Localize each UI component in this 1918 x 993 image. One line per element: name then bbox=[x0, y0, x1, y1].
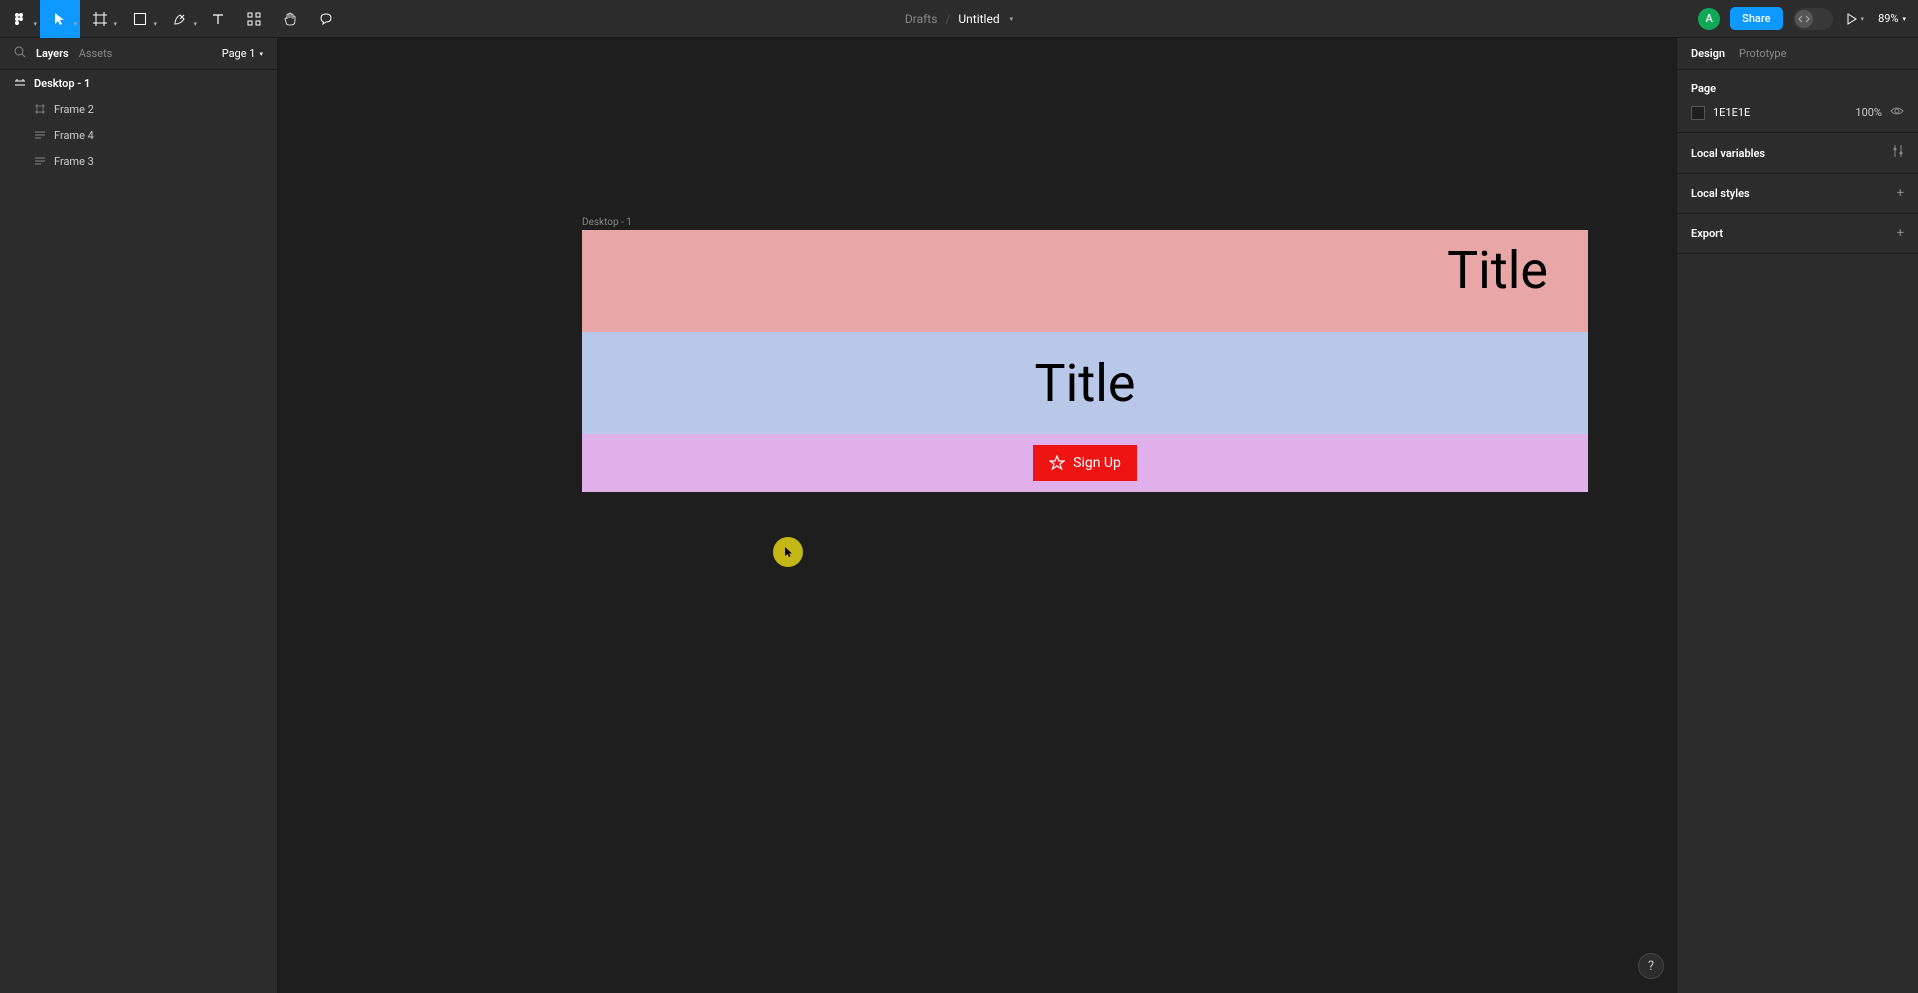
shape-tool-button[interactable]: ▾ bbox=[120, 0, 160, 38]
text-icon bbox=[212, 13, 224, 25]
chevron-down-icon: ▾ bbox=[259, 50, 263, 58]
canvas-area[interactable]: Desktop - 1 Title Title Sign Up bbox=[278, 38, 1676, 993]
pen-icon bbox=[173, 12, 187, 26]
left-panel-header: Layers Assets Page 1 ▾ bbox=[0, 38, 277, 70]
text-frame-icon bbox=[34, 131, 46, 139]
canvas-frame-label[interactable]: Desktop - 1 bbox=[582, 217, 632, 228]
frame-row-3[interactable]: Sign Up bbox=[582, 434, 1588, 492]
chevron-down-icon: ▾ bbox=[153, 20, 157, 28]
code-icon bbox=[1798, 14, 1810, 24]
breadcrumb-separator: / bbox=[945, 12, 950, 26]
toolbar-right-group: A Share ▾ 89% ▾ bbox=[1698, 7, 1918, 30]
layer-row[interactable]: Frame 4 bbox=[0, 122, 277, 148]
title-text-1[interactable]: Title bbox=[1447, 240, 1548, 301]
layer-name: Frame 2 bbox=[54, 103, 94, 116]
comment-icon bbox=[319, 12, 333, 26]
page-section-title: Page bbox=[1691, 82, 1904, 95]
local-variables-section: Local variables bbox=[1677, 133, 1918, 174]
layer-name: Frame 3 bbox=[54, 155, 94, 168]
rectangle-icon bbox=[134, 13, 146, 25]
export-title: Export bbox=[1691, 227, 1723, 240]
frame-row-2[interactable]: Title bbox=[582, 332, 1588, 434]
share-button[interactable]: Share bbox=[1730, 7, 1782, 30]
text-frame-icon bbox=[34, 157, 46, 165]
local-variables-title: Local variables bbox=[1691, 147, 1765, 160]
color-opacity[interactable]: 100% bbox=[1855, 106, 1882, 119]
page-selector-label: Page 1 bbox=[222, 47, 256, 60]
design-frame[interactable]: Title Title Sign Up bbox=[582, 230, 1588, 492]
text-tool-button[interactable] bbox=[200, 0, 236, 38]
dev-mode-knob bbox=[1795, 10, 1813, 28]
signup-button[interactable]: Sign Up bbox=[1033, 445, 1137, 481]
right-panel: Design Prototype Page 1E1E1E 100% Local … bbox=[1676, 38, 1918, 993]
local-styles-section: Local styles + bbox=[1677, 174, 1918, 214]
title-text-2[interactable]: Title bbox=[1035, 353, 1136, 414]
right-panel-tabs: Design Prototype bbox=[1677, 38, 1918, 70]
chevron-down-icon: ▾ bbox=[193, 20, 197, 28]
frame-icon bbox=[93, 12, 107, 26]
page-color-row: 1E1E1E 100% bbox=[1691, 105, 1904, 120]
help-button[interactable]: ? bbox=[1638, 953, 1664, 979]
tab-design[interactable]: Design bbox=[1691, 47, 1725, 60]
layer-row-root[interactable]: Desktop - 1 bbox=[0, 70, 277, 96]
tab-assets[interactable]: Assets bbox=[79, 47, 113, 60]
move-tool-button[interactable]: ▾ bbox=[40, 0, 80, 38]
local-styles-title: Local styles bbox=[1691, 187, 1750, 200]
user-avatar[interactable]: A bbox=[1698, 8, 1720, 30]
chevron-down-icon[interactable]: ▾ bbox=[1010, 15, 1014, 23]
chevron-down-icon: ▾ bbox=[73, 20, 77, 28]
play-icon bbox=[1847, 13, 1857, 25]
resources-icon bbox=[247, 12, 261, 26]
layer-row[interactable]: Frame 2 bbox=[0, 96, 277, 122]
breadcrumb-drafts[interactable]: Drafts bbox=[905, 12, 938, 26]
pen-tool-button[interactable]: ▾ bbox=[160, 0, 200, 38]
hand-icon bbox=[283, 12, 297, 26]
export-section: Export + bbox=[1677, 214, 1918, 254]
chevron-down-icon: ▾ bbox=[33, 20, 37, 28]
frame-row-1[interactable]: Title bbox=[582, 230, 1588, 332]
tab-layers[interactable]: Layers bbox=[36, 47, 69, 60]
visibility-icon[interactable] bbox=[1890, 105, 1904, 120]
frame-tool-button[interactable]: ▾ bbox=[80, 0, 120, 38]
plus-icon[interactable]: + bbox=[1897, 186, 1904, 201]
signup-label: Sign Up bbox=[1073, 455, 1121, 471]
layer-row[interactable]: Frame 3 bbox=[0, 148, 277, 174]
main-menu-button[interactable]: ▾ bbox=[0, 0, 40, 38]
hand-tool-button[interactable] bbox=[272, 0, 308, 38]
tab-prototype[interactable]: Prototype bbox=[1739, 47, 1786, 60]
layer-name: Desktop - 1 bbox=[34, 77, 90, 90]
figma-logo-icon bbox=[13, 12, 27, 26]
color-swatch[interactable] bbox=[1691, 106, 1705, 120]
page-selector[interactable]: Page 1 ▾ bbox=[222, 47, 263, 60]
zoom-control[interactable]: 89% ▾ bbox=[1878, 12, 1906, 25]
cursor-icon bbox=[54, 12, 66, 26]
present-button[interactable]: ▾ bbox=[1843, 13, 1869, 25]
toolbar-left-group: ▾ ▾ ▾ ▾ ▾ bbox=[0, 0, 344, 37]
plus-icon[interactable]: + bbox=[1897, 226, 1904, 241]
frame-icon bbox=[34, 104, 46, 114]
page-section: Page 1E1E1E 100% bbox=[1677, 70, 1918, 133]
dev-mode-toggle[interactable] bbox=[1793, 8, 1833, 30]
zoom-value: 89% bbox=[1878, 12, 1898, 25]
top-toolbar: ▾ ▾ ▾ ▾ ▾ Drafts / bbox=[0, 0, 1918, 38]
search-icon[interactable] bbox=[14, 46, 26, 61]
layer-name: Frame 4 bbox=[54, 129, 94, 142]
breadcrumb: Drafts / Untitled ▾ bbox=[905, 12, 1013, 26]
color-hex[interactable]: 1E1E1E bbox=[1713, 106, 1750, 119]
chevron-down-icon: ▾ bbox=[1861, 15, 1865, 23]
settings-icon[interactable] bbox=[1892, 145, 1904, 161]
comment-tool-button[interactable] bbox=[308, 0, 344, 38]
chevron-down-icon: ▾ bbox=[113, 20, 117, 28]
resources-tool-button[interactable] bbox=[236, 0, 272, 38]
cursor-arrow-icon bbox=[784, 546, 794, 562]
star-icon bbox=[1049, 455, 1065, 471]
file-name[interactable]: Untitled bbox=[958, 12, 999, 26]
cursor-highlight bbox=[773, 537, 803, 567]
frame-icon bbox=[14, 79, 26, 87]
chevron-down-icon: ▾ bbox=[1902, 15, 1906, 23]
left-panel: Layers Assets Page 1 ▾ Desktop - 1 Frame… bbox=[0, 38, 278, 993]
